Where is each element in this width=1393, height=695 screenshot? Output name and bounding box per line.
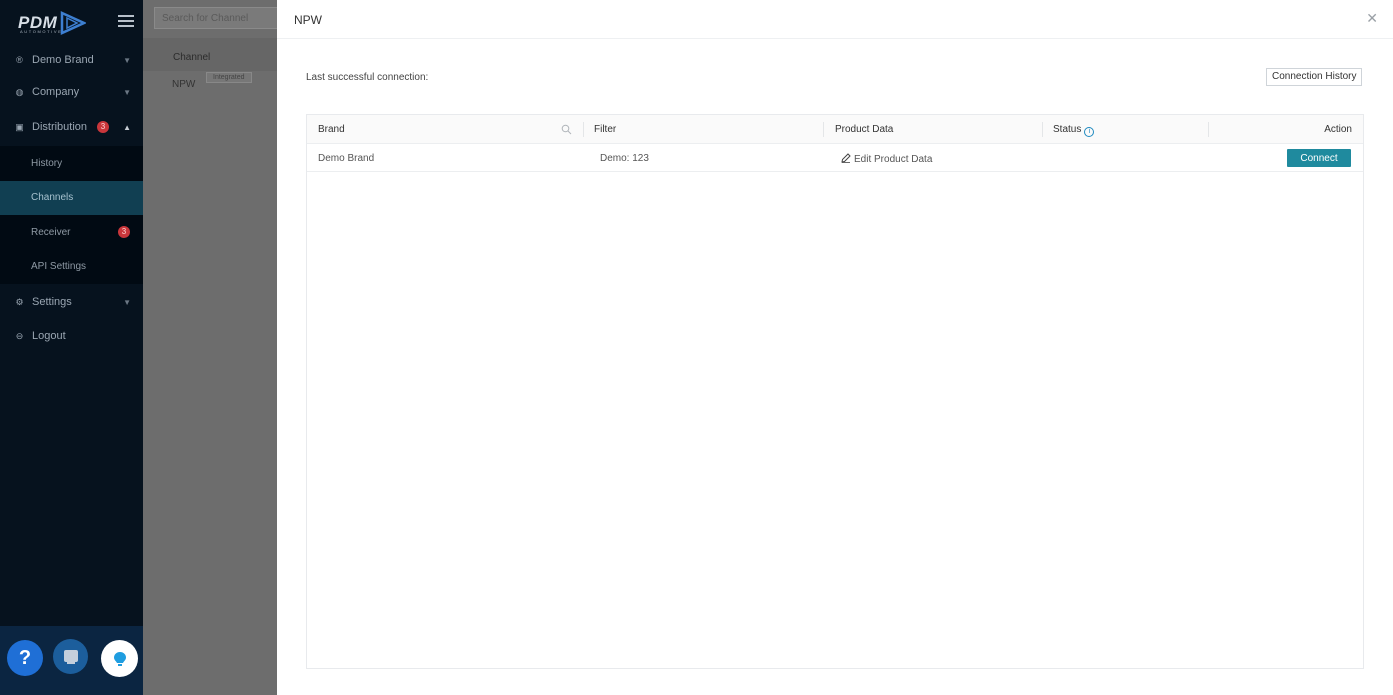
receiver-badge: 3 [118,226,130,238]
question-icon: ? [18,646,32,669]
distribution-icon: ▣ [15,121,24,132]
menu-collapse-icon[interactable] [118,15,134,29]
sidebar-item-label: Settings [32,296,72,308]
sidebar-item-label: Receiver [31,226,71,238]
brand-cell: Demo Brand [318,153,375,164]
sidebar-item-channels[interactable]: Channels [0,180,143,215]
sidebar-item-api-settings[interactable]: API Settings [0,250,143,285]
sidebar-item-label: History [31,157,63,169]
chevron-down-icon: ▼ [123,88,131,97]
sidebar-item-label: Demo Brand [32,54,94,66]
channel-column-header: Channel [143,38,277,71]
table-row[interactable]: NPW Integrated [143,71,277,101]
sidebar-item-label: Channels [31,192,74,204]
connection-history-button[interactable]: Connection History [1266,68,1363,86]
chevron-up-icon: ▲ [123,123,131,132]
status-column-header: Status i [1053,124,1095,137]
logo-subtitle: AUTOMOTIVE [20,29,63,34]
sidebar-item-history[interactable]: History [0,146,143,181]
drawer-title: NPW [294,13,322,27]
lightbulb-icon [113,651,126,666]
edit-product-data-label: Edit Product Data [854,154,933,165]
tips-button[interactable] [101,640,138,677]
product-data-column-header: Product Data [835,124,894,135]
brand-table: Brand Filter Product Data Status i Action… [306,114,1364,669]
chevron-down-icon: ▼ [123,56,131,65]
filter-column-header: Filter [594,124,617,135]
sidebar-item-distribution[interactable]: ▣ Distribution 3 ▲ [0,108,143,146]
distribution-badge: 3 [97,121,110,133]
table-header: Brand Filter Product Data Status i Action [307,115,1363,144]
brand-column-header: Brand [318,124,345,135]
search-icon[interactable] [561,124,572,135]
drawer-header: NPW ✕ [277,0,1393,39]
edit-product-data-link[interactable]: Edit Product Data [841,153,932,165]
status-header-label: Status [1053,124,1082,135]
background-page: Search for Channel Channel NPW Integrate… [143,0,284,695]
registered-icon: ® [16,55,23,65]
close-icon[interactable]: ✕ [1366,11,1378,27]
sidebar-item-label: Company [32,86,80,98]
globe-icon: ◍ [15,86,24,97]
connect-button[interactable]: Connect [1287,149,1351,167]
sidebar-item-company[interactable]: ◍ Company ▼ [0,76,143,108]
sidebar-item-label: Distribution [32,121,88,133]
gear-icon: ⚙ [15,296,24,307]
table-row: Demo Brand Demo: 123 Edit Product Data C… [307,144,1363,172]
sidebar-item-logout[interactable]: ⊖ Logout [0,320,143,352]
help-zone: ? [0,626,143,695]
distribution-submenu: History Channels Receiver 3 API Settings [0,146,143,284]
sidebar-item-receiver[interactable]: Receiver 3 [0,215,143,250]
chat-icon [63,649,78,664]
logout-icon: ⊖ [15,330,24,341]
channel-drawer: NPW ✕ Last successful connection: Connec… [277,0,1393,695]
sidebar-item-settings[interactable]: ⚙ Settings ▼ [0,284,143,320]
chevron-down-icon: ▼ [123,298,131,307]
sidebar-item-label: API Settings [31,261,87,273]
action-column-header: Action [1324,124,1352,135]
edit-icon [841,153,851,163]
logo-triangle-icon [61,10,87,35]
sidebar-item-demo-brand[interactable]: ® Demo Brand ▼ [0,44,143,76]
help-button[interactable]: ? [7,640,43,676]
channel-name: NPW [172,79,196,90]
filter-cell: Demo: 123 [600,153,649,164]
sidebar-item-label: Logout [32,330,66,342]
sidebar: PDM AUTOMOTIVE ® Demo Brand ▼ ◍ Company … [0,0,143,695]
integrated-tag: Integrated [206,72,252,83]
info-icon[interactable]: i [1084,126,1095,137]
chat-button[interactable] [53,639,88,674]
channel-search-input[interactable]: Search for Channel [154,7,284,29]
last-connection-label: Last successful connection: [306,72,429,83]
